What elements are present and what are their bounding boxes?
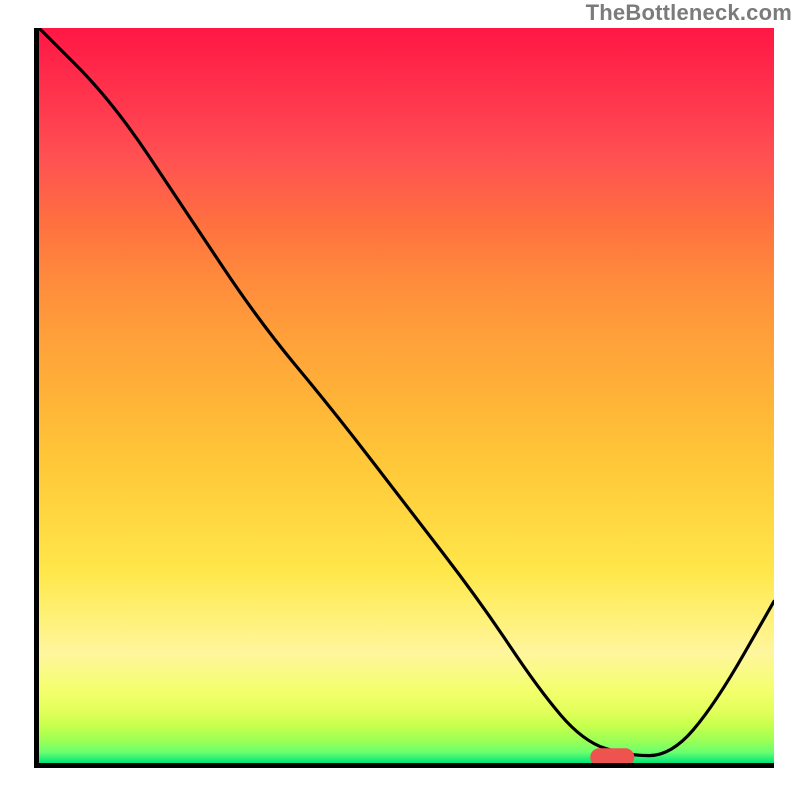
bottleneck-curve [39, 28, 774, 756]
optimal-marker [590, 748, 634, 763]
plot-area [34, 28, 774, 768]
chart-container: TheBottleneck.com [0, 0, 800, 800]
chart-svg [39, 28, 774, 763]
watermark-text: TheBottleneck.com [586, 0, 792, 26]
